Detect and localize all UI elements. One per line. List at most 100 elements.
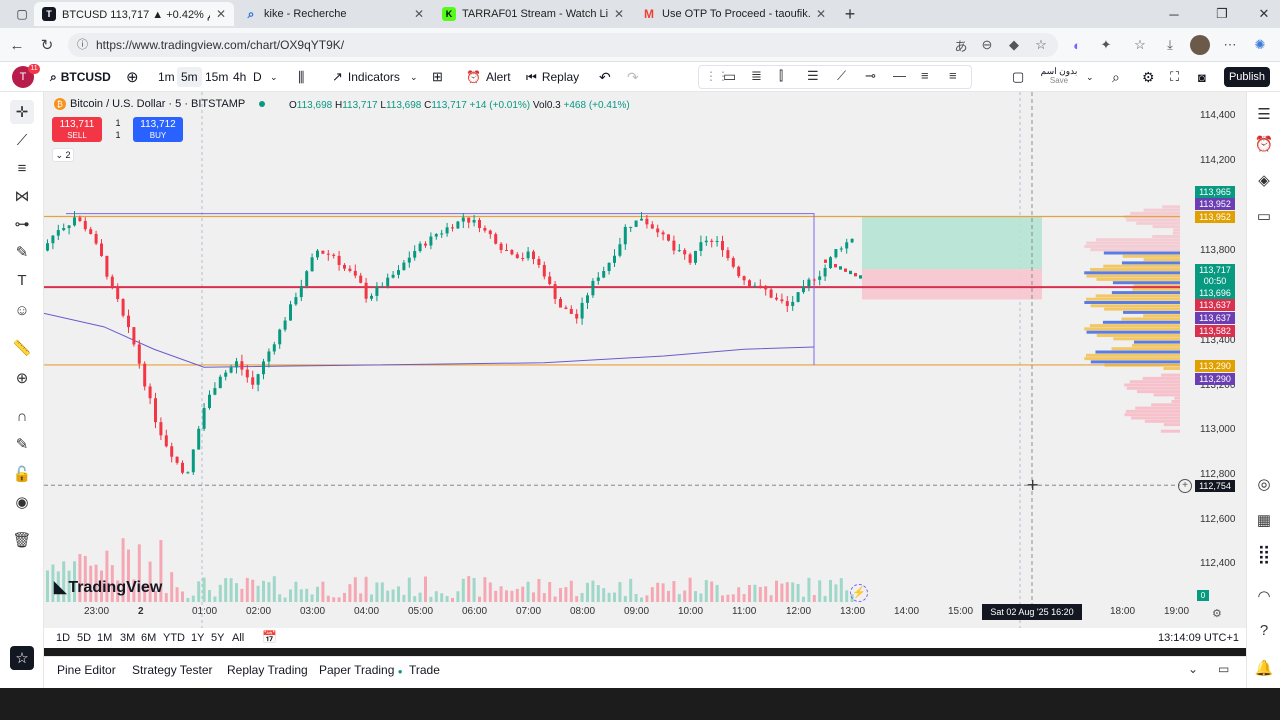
interval-dropdown-icon[interactable]: ⌄ <box>266 67 282 87</box>
favorites-star-icon[interactable]: ☆ <box>10 646 34 670</box>
close-tab-icon[interactable]: ✕ <box>810 7 826 21</box>
interval-4h[interactable]: 4h <box>229 67 250 87</box>
pattern-tool-icon[interactable]: ⋈ <box>10 184 34 208</box>
quick-search-icon[interactable]: ⌕ <box>1108 67 1124 87</box>
browser-tab-gmail[interactable]: M Use OTP To Proceed - taoufik.tarr ✕ <box>634 2 834 26</box>
interval-d[interactable]: D <box>249 67 266 87</box>
collapse-panel-icon[interactable]: ⌄ <box>1188 662 1198 676</box>
timeframe-5y[interactable]: 5Y <box>211 632 224 644</box>
timeframe-3m[interactable]: 3M <box>120 632 135 644</box>
timeframe-6m[interactable]: 6M <box>141 632 156 644</box>
timeframe-all[interactable]: All <box>232 632 244 644</box>
watchlist-icon[interactable]: ☰ <box>1252 102 1276 126</box>
measure-ruler-icon[interactable]: 📏 <box>10 336 34 360</box>
reload-icon[interactable]: ↻ <box>36 35 58 55</box>
symbol-legend[interactable]: ₿ Bitcoin / U.S. Dollar · 5 · BITSTAMP <box>54 98 266 110</box>
snapshot-camera-icon[interactable]: ◙ <box>1194 67 1210 87</box>
tab-actions-icon[interactable]: ▢ <box>8 4 36 24</box>
fullscreen-icon[interactable]: ⛶ <box>1166 67 1183 87</box>
buy-button[interactable]: 113,712 BUY <box>133 117 183 142</box>
copilot-sidebar-icon[interactable]: ✺ <box>1251 36 1269 54</box>
tab-paper-trading[interactable]: Paper Trading ● <box>319 663 403 677</box>
publish-button[interactable]: Publish <box>1224 67 1270 87</box>
rectangle-tool-icon[interactable]: ▭ <box>723 68 736 85</box>
maximize-panel-icon[interactable]: ▭ <box>1218 662 1229 676</box>
indicators-dropdown-icon[interactable]: ⌄ <box>406 67 422 87</box>
crosshair-tool-icon[interactable]: ✛ <box>10 100 34 124</box>
translate-icon[interactable]: あ <box>952 36 970 54</box>
timeframe-1y[interactable]: 1Y <box>191 632 204 644</box>
sell-button[interactable]: 113,711 SELL <box>52 117 102 142</box>
apps-grid-icon[interactable]: ⣿ <box>1252 542 1276 566</box>
alerts-clock-icon[interactable]: ⏰ <box>1252 132 1276 156</box>
utc-clock[interactable]: 13:14:09 UTC+1 <box>1158 632 1239 644</box>
horizontal-ray-icon[interactable]: ⊸ <box>865 68 876 84</box>
target-icon[interactable]: ◎ <box>1252 472 1276 496</box>
zoom-in-icon[interactable]: ⊕ <box>10 366 34 390</box>
close-tab-icon[interactable]: ✕ <box>408 7 424 21</box>
price-chart-canvas[interactable]: + <box>44 92 1246 628</box>
lightning-event-icon[interactable]: ⚡ <box>850 584 868 602</box>
measure-tool-icon[interactable]: ⫿ <box>779 68 783 84</box>
templates-icon[interactable]: ⊞ <box>428 67 447 87</box>
back-arrow-icon[interactable]: ← <box>6 35 28 55</box>
timeframe-1m[interactable]: 1M <box>97 632 112 644</box>
url-input[interactable]: ⓘ https://www.tradingview.com/chart/OX9q… <box>68 33 1058 57</box>
favorites-icon[interactable]: ☆ <box>1131 36 1149 54</box>
trendline-tool-icon[interactable]: ⟋ <box>10 128 34 152</box>
indicators-button[interactable]: ↗ Indicators <box>328 67 404 87</box>
timeframe-5d[interactable]: 5D <box>77 632 91 644</box>
price-axis[interactable]: 114,400 114,200 113,800 113,400 113,200 113,0… <box>1178 92 1246 628</box>
candles-type-icon[interactable]: ⫼ <box>294 67 308 87</box>
feed-icon[interactable]: ◠ <box>1252 584 1276 608</box>
favorite-star-icon[interactable]: ☆ <box>1032 36 1050 54</box>
profile-avatar[interactable] <box>1190 35 1210 55</box>
data-window-layers-icon[interactable]: ◈ <box>1252 168 1276 192</box>
extensions-puzzle-icon[interactable]: ✦ <box>1097 36 1115 54</box>
interval-1m[interactable]: 1m <box>154 67 179 87</box>
forecasting-tool-icon[interactable]: ⊶ <box>10 212 34 236</box>
tab-strategy-tester[interactable]: Strategy Tester <box>132 663 212 677</box>
time-axis[interactable]: 23:00 2 01:00 02:00 03:00 04:00 05:00 06:00 07:0… <box>44 602 1189 624</box>
chart-pane[interactable]: + <box>44 92 1246 628</box>
add-alert-plus-icon[interactable]: + <box>1178 479 1192 493</box>
replay-button[interactable]: ⏮ Replay <box>522 67 583 87</box>
more-options-icon[interactable]: ⋯ <box>1221 36 1239 54</box>
settings-gear-icon[interactable]: ⚙ <box>1138 67 1159 87</box>
symbol-search-button[interactable]: ⌕ BTCUSD <box>46 67 115 87</box>
notifications-bell-icon[interactable]: 🔔 <box>1252 656 1276 680</box>
interval-15m[interactable]: 15m <box>201 67 232 87</box>
minimize-button[interactable]: ─ <box>1160 4 1188 24</box>
lock-drawing-icon[interactable]: ✎ <box>10 432 34 456</box>
eye-icon[interactable]: ◉ <box>10 490 34 514</box>
site-info-icon[interactable]: ⓘ <box>77 33 88 57</box>
calendar-icon[interactable]: ▦ <box>1252 508 1276 532</box>
axis-settings-icon[interactable]: ⚙ <box>1212 607 1222 620</box>
browser-tab-search[interactable]: ⌕ kike - Recherche ✕ <box>236 2 432 26</box>
magnet-icon[interactable]: ∩ <box>10 404 34 428</box>
fib-retracement-icon[interactable]: ≡ <box>10 156 34 180</box>
maximize-button[interactable]: ❐ <box>1208 4 1236 24</box>
browser-tab-kick-stream[interactable]: K TARRAF01 Stream - Watch Live o ✕ <box>434 2 632 26</box>
chat-icon[interactable]: ▭ <box>1252 204 1276 228</box>
order-quantity[interactable]: 1 1 <box>108 117 128 141</box>
brush-tool-icon[interactable]: ✎ <box>10 240 34 264</box>
horizontal-line-icon[interactable]: — <box>893 68 906 83</box>
new-tab-button[interactable]: + <box>836 4 864 24</box>
indicators-collapse-toggle[interactable]: ⌄ 2 <box>52 148 74 162</box>
alert-button[interactable]: ⏰ Alert <box>462 67 515 87</box>
fib-tool-icon[interactable]: ≣ <box>751 68 762 84</box>
close-window-button[interactable]: ✕ <box>1250 4 1278 24</box>
tab-pine-editor[interactable]: Pine Editor <box>57 663 116 677</box>
close-tab-icon[interactable]: ✕ <box>608 7 624 21</box>
pitchfork-icon[interactable]: ≡ <box>949 68 957 83</box>
tab-trade[interactable]: Trade <box>409 663 440 677</box>
tab-replay-trading[interactable]: Replay Trading <box>227 663 308 677</box>
date-range-calendar-icon[interactable]: 📅 <box>262 630 277 644</box>
browser-tab-tradingview[interactable]: T BTCUSD 113,717 ▲ +0.42% اسم ✕ <box>34 2 234 26</box>
extension-icon[interactable]: ◆ <box>1005 36 1023 54</box>
copilot-icon[interactable]: ◐ <box>1068 36 1086 54</box>
parallel-channel-icon[interactable]: ≡ <box>921 68 929 83</box>
close-tab-icon[interactable]: ✕ <box>210 7 226 21</box>
layout-save-button[interactable]: بدون اسم Save <box>1036 66 1082 86</box>
